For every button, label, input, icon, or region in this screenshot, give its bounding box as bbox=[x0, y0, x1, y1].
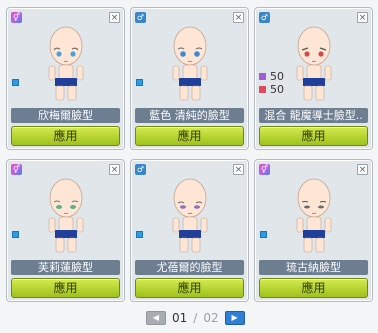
gender-mixed-icon: ⚥ bbox=[11, 12, 22, 23]
eye-left bbox=[56, 51, 62, 57]
close-icon[interactable]: × bbox=[357, 12, 368, 23]
next-page-icon[interactable]: ▶ bbox=[224, 311, 245, 325]
slot-indicator-icon bbox=[12, 79, 19, 86]
slot-indicator-icon bbox=[260, 231, 267, 238]
close-icon[interactable]: × bbox=[233, 164, 244, 175]
close-icon[interactable]: × bbox=[109, 12, 120, 23]
mix-value: 50 bbox=[270, 70, 284, 83]
character-preview bbox=[172, 26, 208, 101]
pagination: ◀ 01 / 02 ▶ bbox=[146, 311, 245, 325]
face-name: 混合 龍魔導士臉型.. bbox=[259, 108, 368, 123]
apply-button[interactable]: 應用 bbox=[259, 278, 368, 298]
mix-color-swatch bbox=[259, 86, 266, 93]
male-icon: ♂ bbox=[135, 164, 146, 175]
face-card: ⚥ × 欣梅爾臉型 應用 bbox=[6, 7, 125, 150]
face-name: 欣梅爾臉型 bbox=[11, 108, 120, 123]
face-name: 芙莉蓮臉型 bbox=[11, 260, 120, 275]
total-pages: 02 bbox=[203, 311, 219, 325]
face-list-panel: ⚥ × 欣梅爾臉型 應用 ♂ × 藍色 清純的臉型 應用 ♂ × 50 50 混… bbox=[0, 0, 378, 333]
previous-page-icon[interactable]: ◀ bbox=[146, 311, 166, 325]
face-card: ♂ × 尤蓓爾的臉型 應用 bbox=[130, 159, 249, 302]
male-icon: ♂ bbox=[135, 12, 146, 23]
face-grid: ⚥ × 欣梅爾臉型 應用 ♂ × 藍色 清純的臉型 應用 ♂ × 50 50 混… bbox=[6, 7, 373, 305]
character-preview bbox=[296, 178, 332, 253]
gender-mixed-icon: ⚥ bbox=[259, 164, 270, 175]
current-page: 01 bbox=[172, 311, 188, 325]
face-card: ♂ × 50 50 混合 龍魔導士臉型.. 應用 bbox=[254, 7, 373, 150]
character-preview bbox=[172, 178, 208, 253]
character-preview bbox=[48, 178, 84, 253]
face-name: 藍色 清純的臉型 bbox=[135, 108, 244, 123]
apply-button[interactable]: 應用 bbox=[11, 278, 120, 298]
mix-value: 50 bbox=[270, 83, 284, 96]
slot-indicator-icon bbox=[12, 231, 19, 238]
apply-button[interactable]: 應用 bbox=[259, 126, 368, 146]
face-card: ♂ × 藍色 清純的臉型 應用 bbox=[130, 7, 249, 150]
male-icon: ♂ bbox=[259, 12, 270, 23]
page-separator: / bbox=[193, 311, 198, 325]
character-preview bbox=[48, 26, 84, 101]
eye-right bbox=[70, 51, 76, 57]
gender-mixed-icon: ⚥ bbox=[11, 164, 22, 175]
slot-indicator-icon bbox=[136, 231, 143, 238]
close-icon[interactable]: × bbox=[357, 164, 368, 175]
face-name: 尤蓓爾的臉型 bbox=[135, 260, 244, 275]
close-icon[interactable]: × bbox=[233, 12, 244, 23]
face-card: ⚥ × 琉古納臉型 應用 bbox=[254, 159, 373, 302]
apply-button[interactable]: 應用 bbox=[135, 278, 244, 298]
mix-color-swatch bbox=[259, 73, 266, 80]
face-card: ⚥ × 芙莉蓮臉型 應用 bbox=[6, 159, 125, 302]
character-preview bbox=[296, 26, 332, 101]
apply-button[interactable]: 應用 bbox=[135, 126, 244, 146]
mix-ratio: 50 50 bbox=[259, 70, 284, 96]
slot-indicator-icon bbox=[136, 79, 143, 86]
close-icon[interactable]: × bbox=[109, 164, 120, 175]
face-name: 琉古納臉型 bbox=[259, 260, 368, 275]
apply-button[interactable]: 應用 bbox=[11, 126, 120, 146]
